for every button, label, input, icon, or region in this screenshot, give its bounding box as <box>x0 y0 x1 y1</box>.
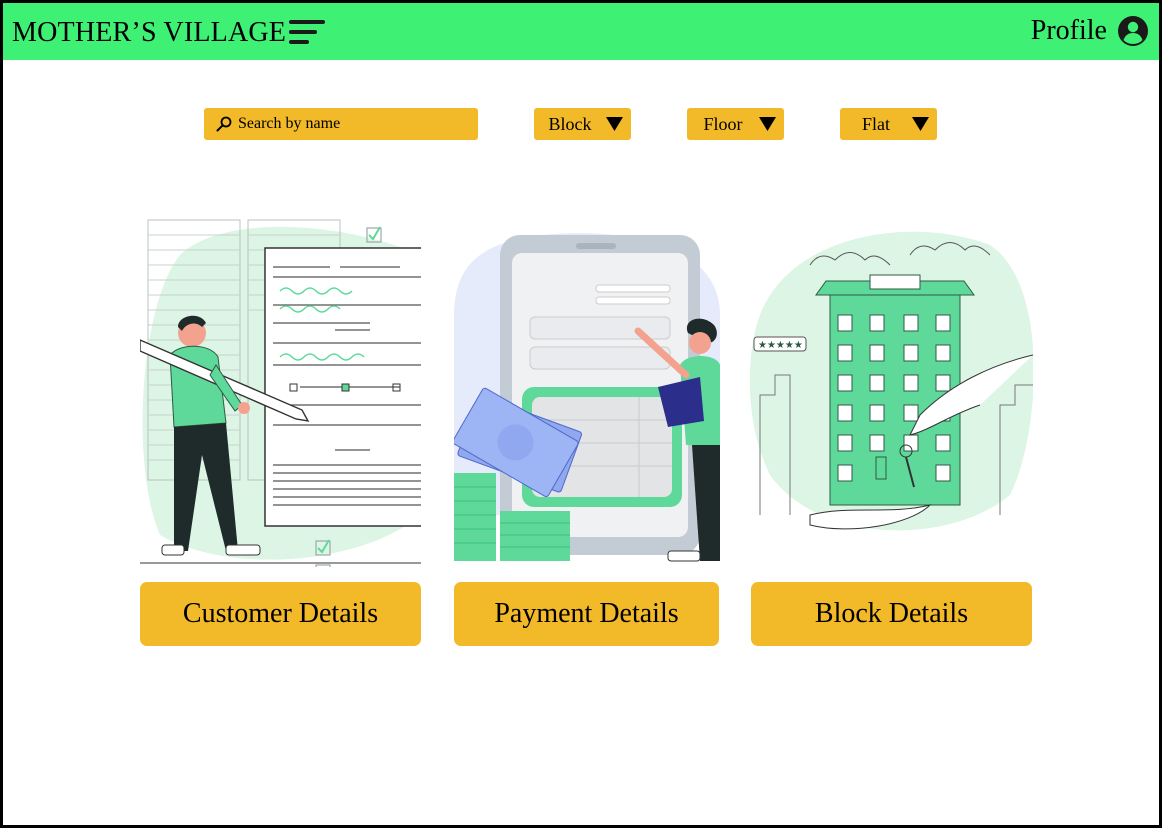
block-dropdown[interactable]: Block <box>534 108 631 140</box>
svg-text:★★★★★: ★★★★★ <box>758 340 803 351</box>
block-details-button[interactable]: Block Details <box>751 582 1032 646</box>
profile-label: Profile <box>1030 15 1107 46</box>
caret-down-icon <box>912 117 929 131</box>
customer-details-label: Customer Details <box>182 598 379 629</box>
user-circle-icon[interactable] <box>1117 15 1149 47</box>
apartment-keys-illustration: ★★★★★ <box>750 231 1033 531</box>
search-icon <box>216 116 232 132</box>
caret-down-icon <box>606 117 623 131</box>
floor-dropdown[interactable]: Floor <box>687 108 784 140</box>
form-filling-illustration <box>140 219 421 567</box>
flat-dropdown-label: Flat <box>861 113 890 134</box>
brand-title: MOTHER’S VILLAGE <box>12 17 287 48</box>
app-frame: MOTHER’S VILLAGE Profile Block Floor <box>0 0 1162 828</box>
search-box[interactable] <box>204 108 478 140</box>
search-input[interactable] <box>238 115 468 133</box>
caret-down-icon <box>759 117 776 131</box>
payment-details-label: Payment Details <box>494 598 679 629</box>
profile-menu[interactable]: Profile <box>1031 13 1149 49</box>
hamburger-menu-icon[interactable] <box>289 18 325 46</box>
customer-details-button[interactable]: Customer Details <box>140 582 421 646</box>
block-details-label: Block Details <box>814 598 969 629</box>
payment-details-button[interactable]: Payment Details <box>454 582 719 646</box>
top-bar: MOTHER’S VILLAGE Profile <box>3 3 1159 60</box>
floor-dropdown-label: Floor <box>703 113 743 134</box>
block-dropdown-label: Block <box>548 113 592 134</box>
payment-illustration <box>454 233 720 562</box>
flat-dropdown[interactable]: Flat <box>840 108 937 140</box>
